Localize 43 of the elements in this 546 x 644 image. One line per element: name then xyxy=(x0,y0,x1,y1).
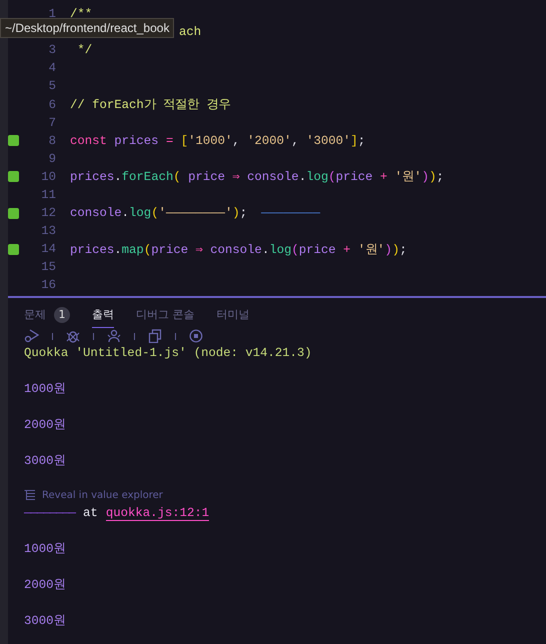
bug-icon[interactable] xyxy=(65,329,81,343)
line-number: 7 xyxy=(48,116,56,130)
output-value: 1000원 xyxy=(24,541,67,558)
line-number: 10 xyxy=(40,170,56,184)
output-value: 3000원 xyxy=(24,613,67,630)
panel-tab[interactable]: 문제 xyxy=(24,302,46,328)
output-line: Quokka 'Untitled-1.js' (node: v14.21.3) xyxy=(24,345,313,362)
line-number: 13 xyxy=(40,224,56,238)
output-value: 3000원 xyxy=(24,453,67,470)
code-line: // forEach가 적절한 경우 xyxy=(70,97,231,114)
line-number: 3 xyxy=(48,43,56,58)
line-number: 5 xyxy=(48,79,56,94)
line-number: 8 xyxy=(48,134,56,148)
line-number: 12 xyxy=(40,206,56,220)
count-badge: 1 xyxy=(54,307,70,323)
source-link[interactable]: quokka.js:12:1 xyxy=(106,506,210,520)
line-number: 11 xyxy=(40,188,56,202)
path-tooltip: ~/Desktop/frontend/react_book xyxy=(0,18,174,38)
panel-tab[interactable]: 출력 xyxy=(92,302,114,328)
code-line: const prices = ['1000', '2000', '3000']; xyxy=(70,134,366,148)
code-line: console.log('————————'); ———————— xyxy=(70,206,320,220)
reveal-link[interactable]: Reveal in value explorer xyxy=(42,490,163,500)
trace-text: at xyxy=(83,506,98,520)
line-number: 14 xyxy=(40,242,56,256)
copy-icon[interactable] xyxy=(147,329,163,343)
run-debug-icon[interactable] xyxy=(24,329,40,343)
line-number: 15 xyxy=(40,260,56,274)
panel-tab[interactable]: 터미널 xyxy=(216,302,250,328)
line-number: 9 xyxy=(48,152,56,166)
trace-value: ———————— xyxy=(24,506,76,520)
output-value: 2000원 xyxy=(24,577,67,594)
line-number: 6 xyxy=(48,98,56,112)
line-number: 4 xyxy=(48,61,56,76)
code-line: prices.map(price ⇒ console.log(price + '원')); xyxy=(70,242,407,258)
list-icon[interactable] xyxy=(24,490,36,500)
panel-tab[interactable]: 디버그 콘솔 xyxy=(136,302,194,328)
stop-icon[interactable] xyxy=(188,329,204,343)
code-line: prices.forEach( price ⇒ console.log(price + '원')); xyxy=(70,169,444,186)
line-number: 16 xyxy=(40,278,56,292)
code-line: */ xyxy=(76,43,92,58)
output-value: 2000원 xyxy=(24,417,67,434)
code-line: ach xyxy=(179,25,202,40)
output-value: 1000원 xyxy=(24,381,67,398)
